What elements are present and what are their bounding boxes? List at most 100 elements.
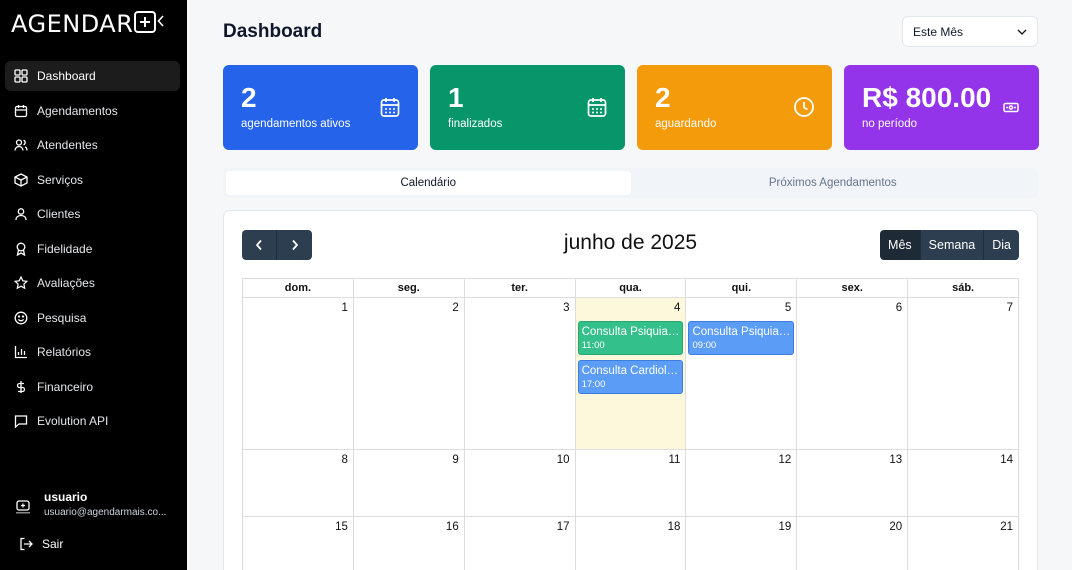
- user-name: usuario: [44, 490, 88, 504]
- calendar-day[interactable]: 19: [686, 517, 798, 570]
- day-number[interactable]: 13: [889, 454, 902, 466]
- brand-logo[interactable]: AGENDAR: [11, 10, 157, 38]
- calendar-icon: [379, 96, 401, 118]
- sidebar: AGENDAR Dashboard Agendamentos Atendente…: [0, 0, 187, 570]
- user-email: usuario@agendarmais.co...: [44, 507, 167, 518]
- stat-label: agendamentos ativos: [241, 118, 351, 130]
- event-title: Consulta Psiquiatria: [692, 326, 791, 338]
- user-icon: [14, 207, 28, 221]
- weekday-label: dom.: [243, 279, 354, 298]
- sidebar-item-clientes[interactable]: Clientes: [5, 199, 180, 229]
- day-number[interactable]: 18: [668, 521, 681, 533]
- tab-calendario[interactable]: Calendário: [226, 171, 631, 195]
- stat-label: aguardando: [655, 118, 717, 130]
- sidebar-item-label: Financeiro: [37, 379, 94, 394]
- calendar-day[interactable]: 3: [464, 298, 576, 450]
- sidebar-item-pesquisa[interactable]: Pesquisa: [5, 303, 180, 333]
- calendar-day-today[interactable]: 4 Consulta Psiquiatria 11:00 Consulta Ca…: [575, 298, 687, 450]
- period-select[interactable]: Este Mês: [902, 16, 1038, 47]
- bar-chart-icon: [14, 345, 28, 359]
- tab-proximos-agendamentos[interactable]: Próximos Agendamentos: [631, 171, 1036, 195]
- day-number[interactable]: 8: [341, 454, 347, 466]
- calendar-day[interactable]: 20: [797, 517, 909, 570]
- sidebar-item-label: Agendamentos: [37, 103, 118, 118]
- stat-value: 1: [448, 82, 464, 113]
- calendar-day[interactable]: 17: [465, 517, 576, 570]
- calendar-event[interactable]: Consulta Psiquiatria 09:00: [688, 321, 795, 355]
- day-number[interactable]: 12: [779, 454, 792, 466]
- sidebar-item-servicos[interactable]: Serviços: [5, 165, 180, 195]
- event-title: Consulta Cardiologia: [581, 365, 680, 377]
- calendar-day[interactable]: 16: [354, 517, 465, 570]
- event-title: Consulta Psiquiatria: [581, 326, 680, 338]
- money-icon: [1000, 96, 1022, 118]
- box-icon: [14, 172, 28, 187]
- calendar-day[interactable]: 18: [576, 517, 687, 570]
- day-number[interactable]: 3: [563, 302, 569, 314]
- day-number[interactable]: 9: [452, 454, 458, 466]
- calendar-week: 8 9 10 11 12 13 14: [243, 450, 1020, 517]
- calendar-grid: dom. seg. ter. qua. qui. sex. sáb. 1 2 3…: [242, 278, 1020, 570]
- calendar-day[interactable]: 2: [353, 298, 465, 450]
- sidebar-item-fidelidade[interactable]: Fidelidade: [5, 234, 180, 264]
- sidebar-item-label: Avaliações: [37, 276, 95, 290]
- calendar-event[interactable]: Consulta Psiquiatria 11:00: [577, 321, 684, 355]
- sidebar-item-avaliacoes[interactable]: Avaliações: [5, 268, 180, 298]
- calendar-day[interactable]: 12: [686, 450, 798, 517]
- calendar-day[interactable]: 10: [464, 450, 576, 517]
- sidebar-item-agendamentos[interactable]: Agendamentos: [5, 96, 180, 126]
- calendar-day[interactable]: 11: [575, 450, 687, 517]
- calendar-week: 1 2 3 4 Consulta Psiquiatria 11:00 Consu…: [243, 298, 1020, 450]
- day-number[interactable]: 17: [557, 521, 570, 533]
- calendar-day[interactable]: 14: [908, 450, 1020, 517]
- sidebar-item-dashboard[interactable]: Dashboard: [5, 61, 180, 91]
- calendar-day[interactable]: 21: [908, 517, 1020, 570]
- day-number[interactable]: 6: [896, 302, 902, 314]
- brand-name: AGENDAR: [11, 10, 134, 38]
- sidebar-item-label: Evolution API: [37, 414, 109, 428]
- message-icon: [14, 414, 28, 428]
- logout-icon: [20, 537, 33, 551]
- calendar-day[interactable]: 9: [353, 450, 465, 517]
- calendar-day[interactable]: 1: [243, 298, 354, 450]
- calendar-event[interactable]: Consulta Cardiologia 17:00: [577, 360, 684, 394]
- chevron-down-icon: [1017, 29, 1027, 35]
- day-number[interactable]: 20: [889, 521, 902, 533]
- day-number[interactable]: 16: [446, 521, 459, 533]
- sidebar-item-evolution-api[interactable]: Evolution API: [5, 406, 180, 436]
- sidebar-nav: Dashboard Agendamentos Atendentes Serviç…: [5, 61, 180, 441]
- weekday-label: ter.: [464, 279, 576, 298]
- day-number[interactable]: 2: [452, 302, 458, 314]
- view-day-button[interactable]: Dia: [984, 230, 1019, 260]
- day-number[interactable]: 11: [668, 454, 680, 466]
- calendar-day[interactable]: 13: [797, 450, 909, 517]
- collapse-sidebar-icon[interactable]: [154, 13, 168, 29]
- avatar: [12, 496, 34, 518]
- calendar-day[interactable]: 8: [243, 450, 354, 517]
- day-number[interactable]: 15: [335, 521, 348, 533]
- user-profile[interactable]: usuario usuario@agendarmais.co...: [12, 490, 166, 518]
- day-number[interactable]: 5: [785, 302, 791, 314]
- day-number[interactable]: 19: [779, 521, 792, 533]
- calendar-card: junho de 2025 Mês Semana Dia dom. seg. t…: [223, 210, 1038, 570]
- day-number[interactable]: 21: [1000, 521, 1013, 533]
- weekday-label: qui.: [686, 279, 798, 298]
- day-number[interactable]: 4: [674, 302, 680, 314]
- day-number[interactable]: 10: [557, 454, 570, 466]
- calendar-day[interactable]: 6: [797, 298, 909, 450]
- weekday-label: qua.: [575, 279, 687, 298]
- sidebar-item-relatorios[interactable]: Relatórios: [5, 337, 180, 367]
- sidebar-item-financeiro[interactable]: Financeiro: [5, 372, 180, 402]
- calendar-day[interactable]: 7: [908, 298, 1020, 450]
- day-number[interactable]: 7: [1007, 302, 1013, 314]
- event-time: 17:00: [581, 379, 606, 390]
- sidebar-item-atendentes[interactable]: Atendentes: [5, 130, 180, 160]
- logout-button[interactable]: Sair: [19, 537, 63, 551]
- day-number[interactable]: 14: [1000, 454, 1013, 466]
- calendar-day[interactable]: 5 Consulta Psiquiatria 09:00: [686, 298, 798, 450]
- day-number[interactable]: 1: [341, 302, 347, 314]
- view-week-button[interactable]: Semana: [920, 230, 985, 260]
- period-select-value: Este Mês: [913, 24, 964, 39]
- calendar-day[interactable]: 15: [243, 517, 354, 570]
- view-month-button[interactable]: Mês: [880, 230, 921, 260]
